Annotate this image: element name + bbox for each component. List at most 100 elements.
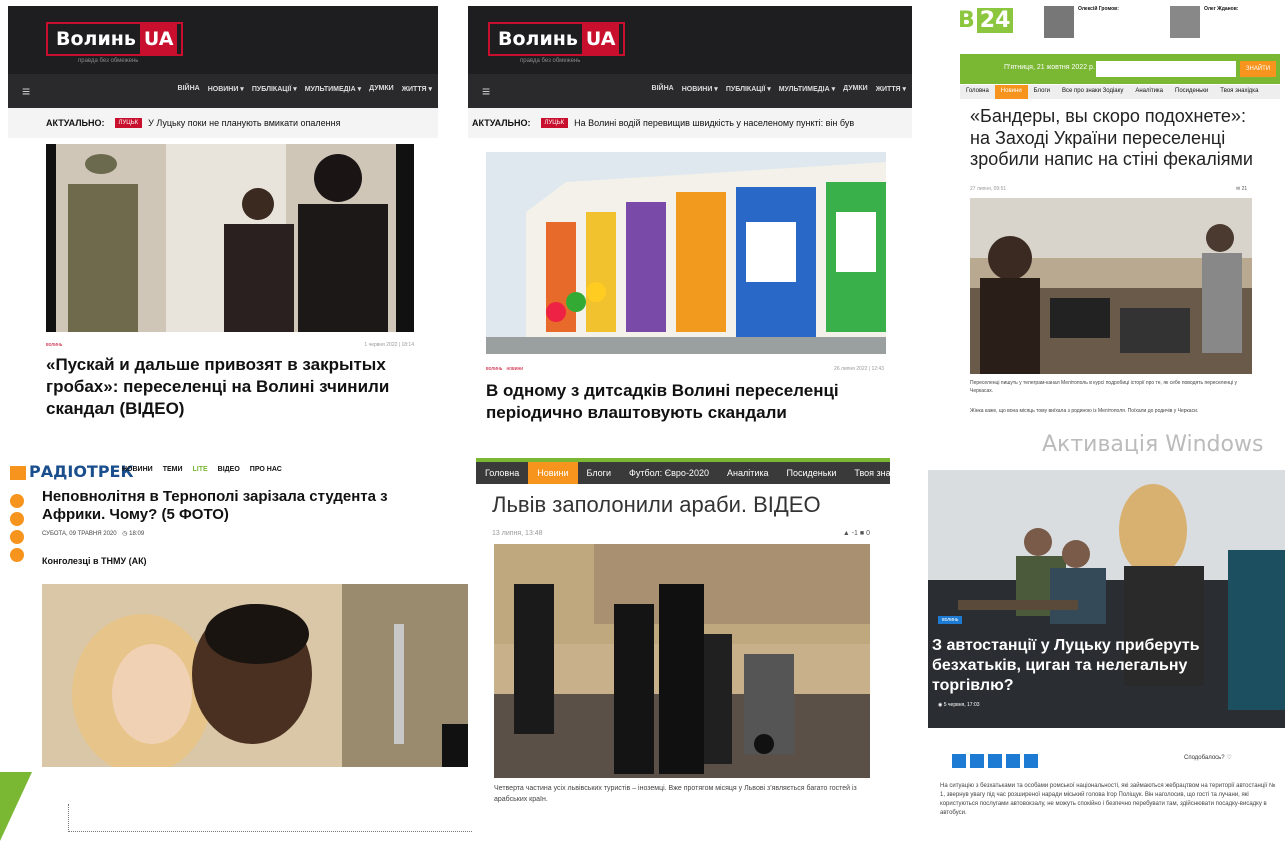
twitter-icon[interactable] [10,512,24,526]
article-date: 13 липня, 13:48 [492,530,543,537]
nav-item[interactable]: ТЕМИ [163,466,183,473]
nav-item[interactable]: ПРО НАС [250,466,282,473]
article-category[interactable]: волинь новини [486,366,523,372]
share-icon[interactable] [10,494,24,508]
panel-b24: B 24 Олексій Громов: Олег Жданов: П'ятниц… [940,0,1285,432]
nav-item[interactable]: Твоя знахідка [1214,85,1264,99]
news-ticker: АКТУАЛЬНО: ЛУЦЬК У Луцьку поки не планую… [8,108,438,138]
article-photo[interactable] [970,198,1252,374]
site-logo[interactable]: Волинь UA [488,22,626,56]
article-subtitle: Конголезці в ТНМУ (АК) [42,556,147,566]
site-header: Волинь UA правда без обмежень [468,6,912,74]
share-bar [952,754,1052,768]
ticker-badge[interactable]: ЛУЦЬК [114,118,143,128]
nav-item[interactable]: ВІЙНА [652,85,674,93]
logo-ua: UA [581,24,620,54]
article-title[interactable]: Неповнолітня в Тернополі зарізала студен… [42,488,442,524]
telegram-icon[interactable] [10,530,24,544]
panel-lviv: Головна Новини Блоги Футбол: Євро-2020 А… [476,454,890,841]
ticker-text[interactable]: На Волині водій перевищив швидкість у на… [574,118,854,128]
search-input[interactable] [1096,61,1236,77]
nav-item[interactable]: Футбол: Євро-2020 [620,462,718,484]
nav-item[interactable]: МУЛЬТИМЕДІА ▾ [305,85,361,93]
nav-item[interactable]: НОВИНИ [122,466,153,473]
article-text: Жінка каже, що вона місяць тому виїхала … [970,408,1199,414]
nav-item[interactable]: ПУБЛІКАЦІЇ ▾ [726,85,771,93]
article-photo[interactable] [42,584,468,767]
article-text: На ситуацію з безхатьками та особами ром… [940,783,1276,816]
nav-item[interactable]: ЖИТТЯ ▾ [402,85,432,93]
ticker-text[interactable]: У Луцьку поки не планують вмикати опален… [148,118,340,128]
whatsapp-icon[interactable] [1006,754,1020,768]
nav-item[interactable]: LITE [193,466,208,473]
nav-item[interactable]: Твоя знахідка [845,462,890,484]
ticker-badge[interactable]: ЛУЦЬК [540,118,569,128]
nav-item[interactable]: ЖИТТЯ ▾ [876,85,906,93]
article-photo[interactable] [486,152,886,354]
nav-item[interactable]: МУЛЬТИМЕДІА ▾ [779,85,835,93]
article-title[interactable]: «Пускай и дальше привозят в закрытых гро… [46,354,416,420]
search-button[interactable]: ЗНАЙТИ [1240,61,1276,77]
clock-icon: ◷ [122,531,128,537]
like-icon[interactable]: ♡ [1226,755,1231,761]
nav-menu: ВІЙНА НОВИНИ ▾ ПУБЛІКАЦІЇ ▾ МУЛЬТИМЕДІА … [178,85,432,93]
telegram-icon[interactable] [1024,754,1038,768]
photo-caption: Четверта частина усіх львівських туристі… [494,785,857,803]
nav-item[interactable]: ВІДЕО [218,466,240,473]
article-title[interactable]: З автостанції у Луцьку приберуть безхать… [932,636,1252,696]
article-title[interactable]: Львів заполонили араби. ВІДЕО [492,492,821,518]
nav-item[interactable]: Аналітика [718,462,778,484]
article-date: 1 червня 2022 | 18:14 [364,342,414,348]
site-logo[interactable]: B 24 [958,8,1014,33]
site-logo[interactable]: РАДІОТРЕК [10,462,134,481]
nav-item[interactable]: Головна [960,85,995,99]
date-search-bar: П'ятниця, 21 жовтня 2022 р. ЗНАЙТИ [960,54,1280,84]
article-category[interactable]: волинь [46,342,62,348]
nav-item[interactable]: ПУБЛІКАЦІЇ ▾ [252,85,297,93]
nav-item[interactable]: Аналітика [1129,85,1169,99]
photo-image [970,198,1252,374]
menu-icon[interactable]: ≡ [482,83,490,99]
article-title[interactable]: В одному з дитсадків Волині переселенці … [486,380,896,424]
main-nav: ≡ ВІЙНА НОВИНИ ▾ ПУБЛІКАЦІЇ ▾ МУЛЬТИМЕДІ… [8,74,438,108]
menu-icon[interactable]: ≡ [22,83,30,99]
viber-icon[interactable] [10,548,24,562]
nav-item[interactable]: НОВИНИ ▾ [682,85,718,93]
calendar-icon: ◉ [938,702,943,708]
article-category[interactable]: волинь [938,616,963,624]
ticker-label: АКТУАЛЬНО: [472,118,531,128]
nav-item[interactable]: Новини [528,462,578,484]
photo-caption: Переселенці пишуть у телеграм-канал Мелі… [970,380,1237,394]
nav-item[interactable]: Блоги [578,462,620,484]
article-title[interactable]: «Бандеры, вы скоро подохнете»: на Заході… [970,106,1270,171]
comments-count: ✉ 21 [1236,186,1248,192]
nav-item[interactable]: Посиденьки [778,462,846,484]
article-photo[interactable] [46,144,414,332]
article-date: 5 червня, 17:03 [943,702,980,708]
messenger-icon[interactable] [970,754,984,768]
facebook-icon[interactable] [952,754,966,768]
nav-item[interactable]: ВІЙНА [178,85,200,93]
comments-count: 0 [866,530,870,537]
blog-author[interactable]: Олег Жданов: [1204,6,1238,12]
nav-item[interactable]: Посиденьки [1169,85,1214,99]
dotted-divider [68,804,472,832]
photo-image [494,544,870,778]
nav-item[interactable]: Новини [994,85,1028,99]
nav-item[interactable]: ДУМКИ [843,85,868,93]
site-logo[interactable]: Волинь UA [46,22,184,56]
nav-item[interactable]: Все про знаки Зодіаку [1056,85,1129,99]
nav-item[interactable]: Блоги [1028,85,1056,99]
thumb-icon[interactable]: ▲ [843,530,850,537]
avatar [1170,6,1200,38]
avatar [1044,6,1074,38]
nav-item[interactable]: ДУМКИ [369,85,394,93]
blog-author[interactable]: Олексій Громов: [1078,6,1119,12]
nav-item[interactable]: Головна [476,462,528,484]
nav-item[interactable]: НОВИНИ ▾ [208,85,244,93]
viber-icon[interactable] [988,754,1002,768]
main-nav: Головна Новини Блоги Футбол: Євро-2020 А… [476,458,890,484]
article-photo[interactable] [494,544,870,778]
article-time: 18:09 [129,531,145,537]
comments-number: 21 [1241,186,1248,192]
